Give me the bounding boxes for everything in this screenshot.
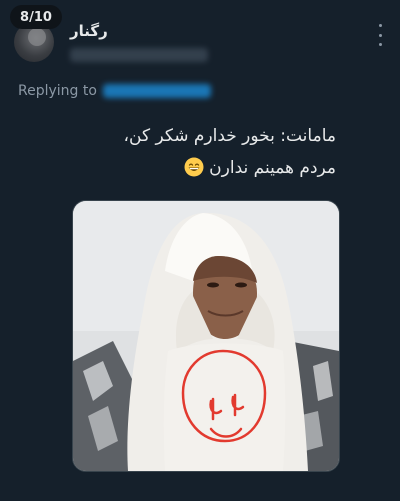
author-display-name[interactable]: رگنار <box>70 22 108 40</box>
photo-image <box>73 201 339 471</box>
more-options-icon[interactable] <box>372 24 388 46</box>
grinning-face-icon <box>184 157 204 177</box>
tweet-line-2-text: مردم همینم ندارن <box>209 158 336 178</box>
reply-handle-blurred[interactable] <box>102 84 211 98</box>
tweet-screen: 8/10 رگنار Replying to مامانت: بخور خدار… <box>0 0 400 501</box>
tweet-line-2: مردم همینم ندارن <box>124 152 336 184</box>
tweet-line-1: مامانت: بخور خدارم شکر کن، <box>123 126 336 146</box>
author-handle-blurred <box>70 48 208 62</box>
tweet-media-photo[interactable] <box>72 200 340 472</box>
image-page-counter: 8/10 <box>10 5 62 29</box>
replying-to-line: Replying to <box>18 83 211 99</box>
tweet-text: مامانت: بخور خدارم شکر کن، مردم همینم ند… <box>124 120 336 184</box>
replying-to-label: Replying to <box>18 83 97 99</box>
